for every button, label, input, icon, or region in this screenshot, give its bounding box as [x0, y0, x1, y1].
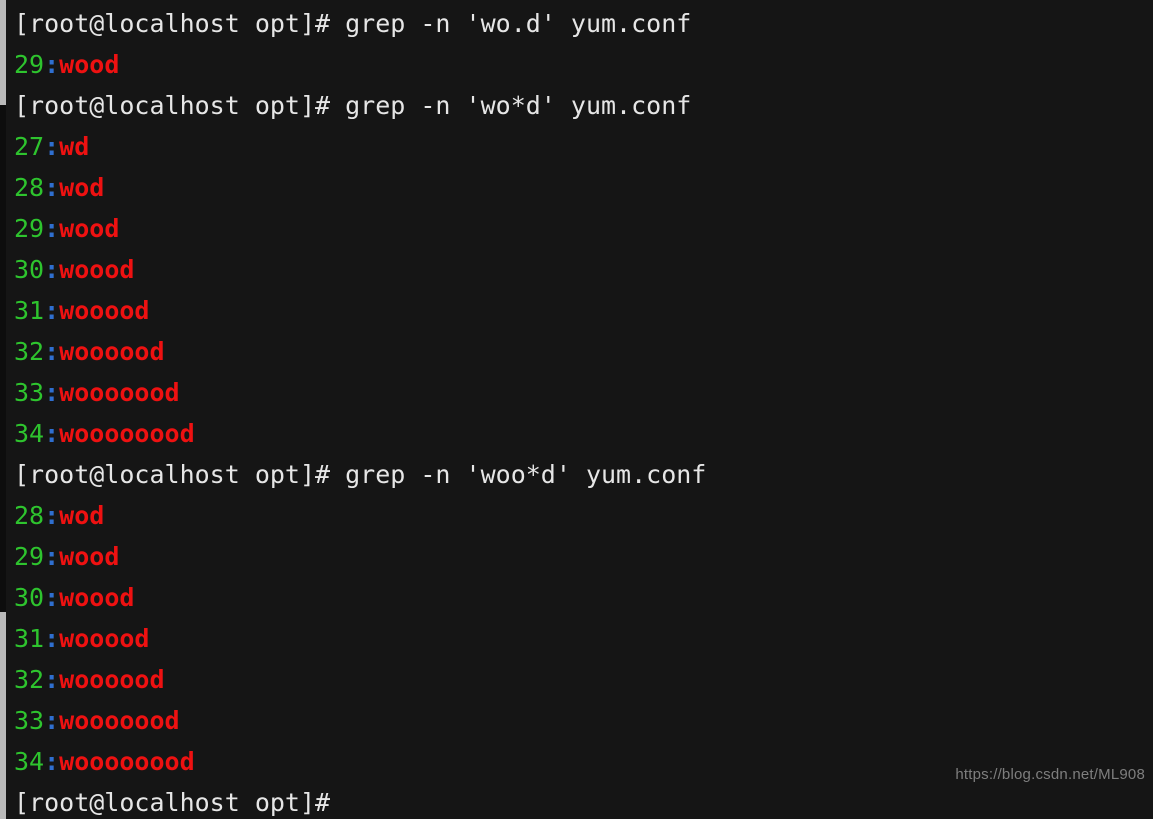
- result-separator: :: [44, 542, 60, 571]
- result-match-text: woooooood: [59, 419, 195, 448]
- grep-result-line: 31:wooood: [14, 618, 1153, 659]
- result-line-number: 31: [14, 296, 45, 325]
- result-separator: :: [44, 214, 60, 243]
- result-line-number: 33: [14, 706, 45, 735]
- result-line-number: 28: [14, 173, 45, 202]
- result-match-text: wooooood: [59, 706, 180, 735]
- result-separator: :: [44, 255, 60, 284]
- result-separator: :: [44, 378, 60, 407]
- result-separator: :: [44, 624, 60, 653]
- prompt-text: [root@localhost opt]# grep -n 'wo.d' yum…: [14, 9, 692, 38]
- grep-result-line: 33:wooooood: [14, 372, 1153, 413]
- result-match-text: woooood: [59, 337, 165, 366]
- result-match-text: wooood: [59, 296, 150, 325]
- result-line-number: 34: [14, 747, 45, 776]
- result-line-number: 33: [14, 378, 45, 407]
- result-match-text: woooood: [59, 665, 165, 694]
- result-match-text: wood: [59, 542, 120, 571]
- grep-result-line: 31:wooood: [14, 290, 1153, 331]
- result-match-text: woood: [59, 255, 135, 284]
- watermark: https://blog.csdn.net/ML908: [955, 766, 1145, 783]
- prompt-text: [root@localhost opt]#: [14, 788, 331, 817]
- result-separator: :: [44, 419, 60, 448]
- grep-result-line: 30:woood: [14, 249, 1153, 290]
- result-match-text: wooood: [59, 624, 150, 653]
- result-line-number: 29: [14, 542, 45, 571]
- result-line-number: 30: [14, 255, 45, 284]
- grep-result-line: 32:woooood: [14, 659, 1153, 700]
- result-match-text: wood: [59, 214, 120, 243]
- result-line-number: 27: [14, 132, 45, 161]
- grep-result-line: 29:wood: [14, 44, 1153, 85]
- result-match-text: woooooood: [59, 747, 195, 776]
- grep-result-line: 33:wooooood: [14, 700, 1153, 741]
- result-match-text: wod: [59, 501, 105, 530]
- result-line-number: 30: [14, 583, 45, 612]
- grep-result-line: 29:wood: [14, 536, 1153, 577]
- terminal-output[interactable]: [root@localhost opt]# grep -n 'wo.d' yum…: [0, 0, 1153, 819]
- result-line-number: 34: [14, 419, 45, 448]
- result-line-number: 29: [14, 50, 45, 79]
- result-match-text: wooooood: [59, 378, 180, 407]
- result-separator: :: [44, 747, 60, 776]
- result-separator: :: [44, 501, 60, 530]
- prompt-text: [root@localhost opt]# grep -n 'woo*d' yu…: [14, 460, 707, 489]
- result-separator: :: [44, 50, 60, 79]
- result-separator: :: [44, 173, 60, 202]
- terminal-prompt-line: [root@localhost opt]# grep -n 'wo.d' yum…: [14, 3, 1153, 44]
- grep-result-line: 30:woood: [14, 577, 1153, 618]
- grep-result-line: 28:wod: [14, 495, 1153, 536]
- result-match-text: woood: [59, 583, 135, 612]
- result-separator: :: [44, 665, 60, 694]
- result-separator: :: [44, 296, 60, 325]
- result-separator: :: [44, 706, 60, 735]
- grep-result-line: 32:woooood: [14, 331, 1153, 372]
- grep-result-line: 29:wood: [14, 208, 1153, 249]
- result-separator: :: [44, 337, 60, 366]
- result-match-text: wood: [59, 50, 120, 79]
- terminal-window[interactable]: [root@localhost opt]# grep -n 'wo.d' yum…: [0, 0, 1153, 819]
- result-match-text: wd: [59, 132, 90, 161]
- result-line-number: 32: [14, 665, 45, 694]
- result-line-number: 31: [14, 624, 45, 653]
- grep-result-line: 34:woooooood: [14, 413, 1153, 454]
- grep-result-line: 27:wd: [14, 126, 1153, 167]
- result-line-number: 32: [14, 337, 45, 366]
- result-separator: :: [44, 583, 60, 612]
- result-line-number: 29: [14, 214, 45, 243]
- grep-result-line: 28:wod: [14, 167, 1153, 208]
- result-match-text: wod: [59, 173, 105, 202]
- prompt-text: [root@localhost opt]# grep -n 'wo*d' yum…: [14, 91, 692, 120]
- terminal-prompt-line: [root@localhost opt]# grep -n 'woo*d' yu…: [14, 454, 1153, 495]
- result-separator: :: [44, 132, 60, 161]
- terminal-prompt-line: [root@localhost opt]# grep -n 'wo*d' yum…: [14, 85, 1153, 126]
- result-line-number: 28: [14, 501, 45, 530]
